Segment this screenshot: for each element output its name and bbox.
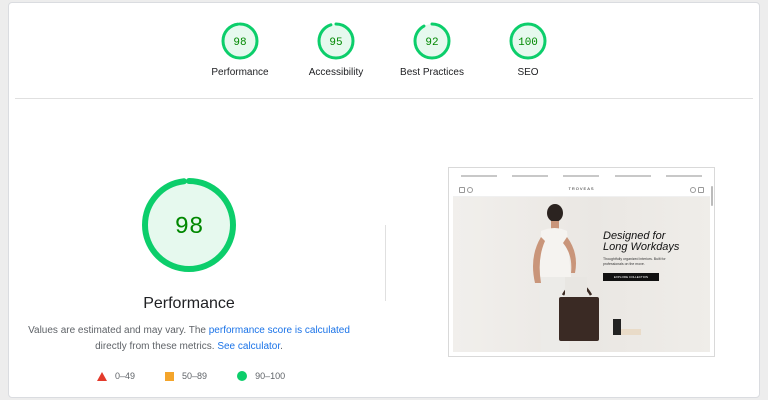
score-gauge: 95 — [317, 22, 355, 60]
legend-average: 50–89 — [165, 371, 207, 381]
score-gauge: 100 — [509, 22, 547, 60]
screenshot-announcement-bar — [453, 171, 710, 181]
note-text: . — [280, 341, 283, 352]
legend-label: 50–89 — [182, 371, 208, 381]
performance-main-gauge: 98 — [139, 175, 239, 275]
gauge-seo[interactable]: 100 SEO — [498, 3, 558, 97]
menu-icon — [459, 187, 465, 193]
legend-pass: 90–100 — [237, 371, 285, 381]
category-gauges: 98 Performance 95 Accessibility 92 Best … — [9, 3, 759, 97]
svg-text:98: 98 — [233, 37, 246, 49]
legend-fail: 0–49 — [97, 371, 135, 381]
gauge-label: Best Practices — [400, 67, 464, 78]
screenshot-hero: Designed for Long Workdays Thoughtfully … — [453, 197, 710, 352]
score-gauge-large: 98 — [142, 178, 236, 272]
final-screenshot[interactable]: TROVEAS Designed for Long Workdays Thoug… — [448, 167, 715, 357]
circle-icon — [237, 371, 248, 381]
gauge-best-practices[interactable]: 92 Best Practices — [400, 3, 464, 97]
gauge-label: Accessibility — [308, 67, 364, 78]
headline-line: Long Workdays — [603, 241, 680, 253]
gauge-accessibility[interactable]: 95 Accessibility — [306, 3, 366, 97]
gauge-performance[interactable]: 98 Performance — [210, 3, 270, 97]
vertical-separator — [385, 225, 386, 301]
header-divider — [15, 98, 753, 99]
svg-text:100: 100 — [518, 37, 538, 49]
gauge-label: SEO — [517, 67, 539, 78]
bag-icon — [698, 187, 704, 193]
gauge-label: Performance — [211, 67, 269, 78]
screenshot-brand: TROVEAS — [568, 186, 595, 191]
svg-text:95: 95 — [329, 37, 342, 49]
score-calculated-link[interactable]: performance score is calculated — [209, 325, 350, 336]
performance-title: Performance — [143, 295, 235, 312]
note-text: Values are estimated and may vary. The — [28, 325, 209, 336]
screenshot-subtext: Thoughtfully organized interiors. Built … — [603, 257, 666, 266]
triangle-icon — [97, 371, 107, 381]
legend-label: 0–49 — [115, 371, 136, 381]
note-text: directly from these metrics. — [95, 341, 218, 352]
legend-label: 90–100 — [255, 371, 286, 381]
score-gauge: 98 — [221, 22, 259, 60]
see-calculator-link[interactable]: See calculator — [217, 341, 280, 352]
screenshot-headline: Designed for Long Workdays — [603, 231, 679, 253]
score-legend: 0–49 50–89 90–100 — [97, 371, 285, 381]
svg-text:92: 92 — [425, 37, 438, 49]
screenshot-scrollbar — [711, 186, 713, 206]
screenshot-nav: TROVEAS — [453, 184, 710, 197]
score-note: Values are estimated and may vary. The p… — [19, 323, 359, 355]
lighthouse-report: 98 Performance 95 Accessibility 92 Best … — [8, 2, 760, 398]
account-icon — [690, 187, 696, 193]
score-gauge: 92 — [413, 22, 451, 60]
screenshot-cta: EXPLORE COLLECTION — [603, 273, 659, 281]
square-icon — [165, 371, 175, 381]
search-icon — [467, 187, 473, 193]
svg-text:98: 98 — [175, 214, 204, 241]
